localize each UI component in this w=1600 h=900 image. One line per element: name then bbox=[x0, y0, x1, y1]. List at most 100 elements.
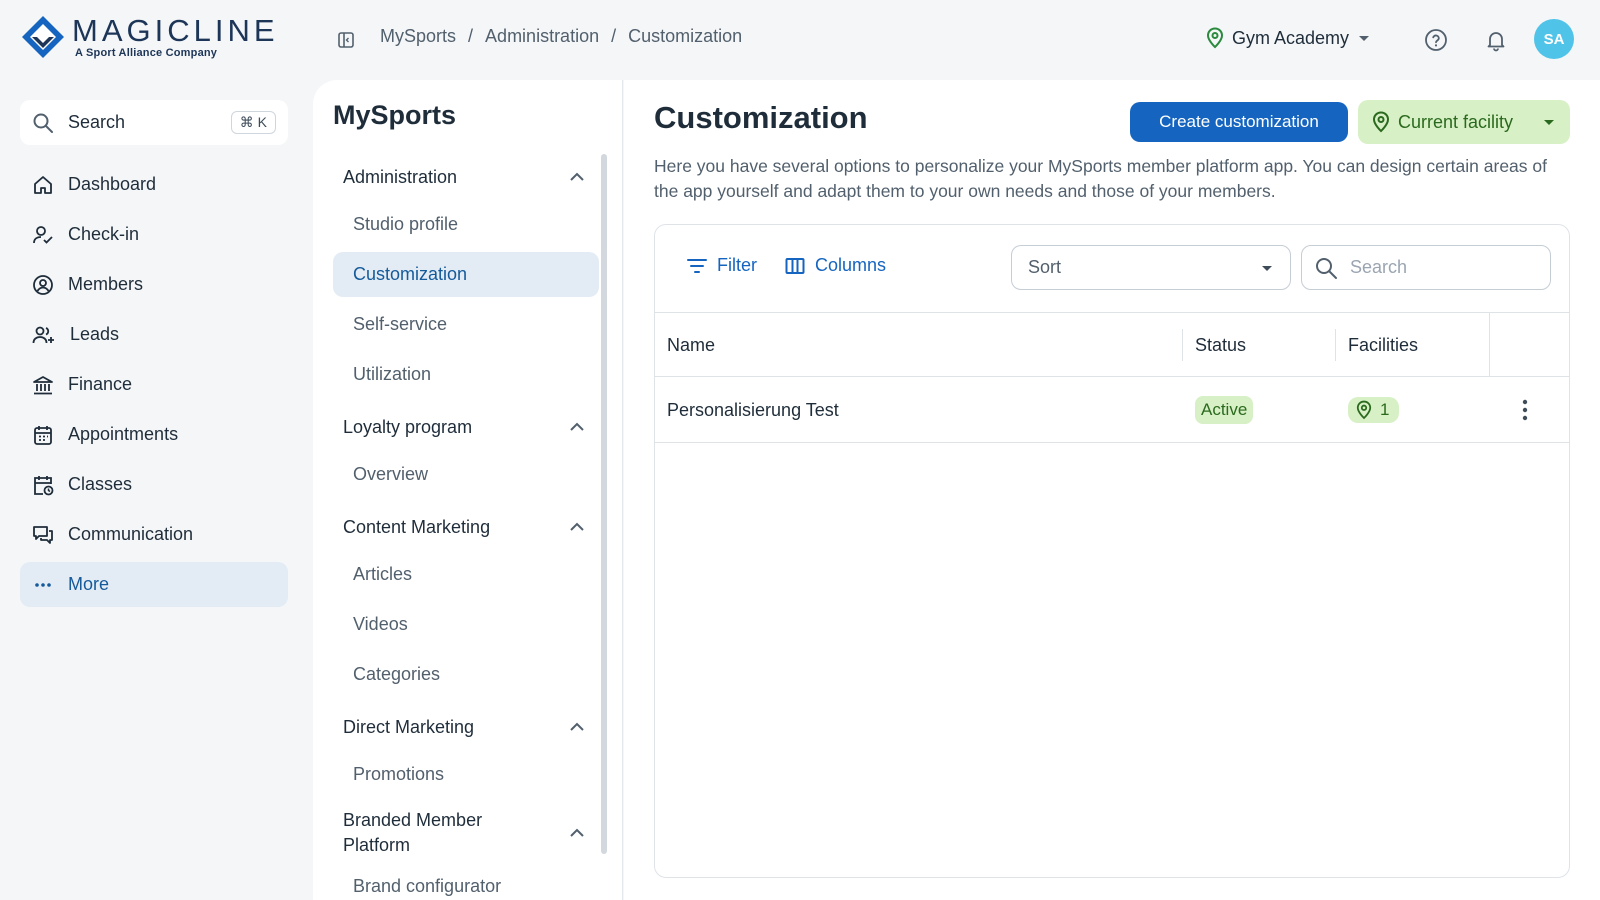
sort-select[interactable]: Sort bbox=[1011, 245, 1291, 290]
breadcrumb: MySports / Administration / Customizatio… bbox=[380, 26, 742, 47]
row-facilities: 1 bbox=[1348, 377, 1400, 443]
bank-icon bbox=[33, 375, 53, 394]
home-icon bbox=[34, 175, 52, 194]
column-header-status[interactable]: Status bbox=[1195, 313, 1246, 377]
subnav-item-customization[interactable]: Customization bbox=[333, 252, 599, 297]
column-divider[interactable] bbox=[1182, 329, 1183, 361]
create-customization-button[interactable]: Create customization bbox=[1130, 102, 1348, 142]
notifications-bell-icon[interactable] bbox=[1484, 28, 1508, 57]
main-navigation: Dashboard Check-in Members Leads Finance… bbox=[20, 162, 288, 612]
mysports-subnav-panel: MySports Administration Studio profile C… bbox=[313, 80, 623, 900]
subnav-item-promotions[interactable]: Promotions bbox=[333, 752, 599, 797]
column-header-name[interactable]: Name bbox=[667, 313, 715, 377]
nav-item-dashboard[interactable]: Dashboard bbox=[20, 162, 288, 207]
nav-item-label: Finance bbox=[68, 374, 133, 394]
chevron-up-icon bbox=[570, 422, 584, 431]
nav-item-label: Communication bbox=[68, 524, 194, 544]
nav-item-label: More bbox=[68, 574, 110, 594]
search-label: Search bbox=[68, 112, 126, 132]
chevron-up-icon bbox=[570, 828, 584, 837]
nav-item-classes[interactable]: Classes bbox=[20, 462, 288, 507]
subnav-item-self-service[interactable]: Self-service bbox=[333, 302, 599, 347]
table-search-input[interactable] bbox=[1350, 257, 1520, 278]
subnav-item-overview[interactable]: Overview bbox=[333, 452, 599, 497]
page-title: Customization bbox=[654, 100, 868, 135]
magicline-logo-icon bbox=[22, 16, 64, 58]
columns-label: Columns bbox=[815, 255, 887, 275]
subnav-group-label: Direct Marketing bbox=[343, 716, 475, 737]
location-pin-icon bbox=[1372, 111, 1390, 133]
subnav-group-content-marketing[interactable]: Content Marketing bbox=[333, 502, 599, 552]
filter-button[interactable]: Filter bbox=[687, 255, 757, 276]
logo-tagline: A Sport Alliance Company bbox=[75, 47, 218, 59]
column-header-facilities[interactable]: Facilities bbox=[1348, 313, 1418, 377]
chevron-up-icon bbox=[570, 722, 584, 731]
user-avatar[interactable]: SA bbox=[1534, 19, 1574, 59]
nav-item-label: Classes bbox=[68, 474, 133, 494]
column-divider[interactable] bbox=[1335, 329, 1336, 361]
nav-item-leads[interactable]: Leads bbox=[20, 312, 288, 357]
columns-button[interactable]: Columns bbox=[785, 255, 886, 276]
subnav-group-label: Administration bbox=[343, 166, 458, 187]
facility-switcher[interactable]: Gym Academy bbox=[1206, 27, 1371, 49]
subnav-group-label: Content Marketing bbox=[343, 516, 491, 537]
search-shortcut-hint: ⌘ K bbox=[230, 111, 276, 134]
row-actions-menu-icon[interactable] bbox=[1513, 398, 1537, 422]
subnav-group-loyalty-program[interactable]: Loyalty program bbox=[333, 402, 599, 452]
breadcrumb-separator: / bbox=[611, 26, 617, 46]
sidebar-toggle-icon[interactable] bbox=[336, 30, 356, 50]
subnav-scrollbar[interactable] bbox=[601, 154, 607, 854]
main-content: Customization Create customization Curre… bbox=[624, 80, 1600, 900]
status-badge: Active bbox=[1195, 396, 1254, 424]
location-pin-icon bbox=[1356, 400, 1372, 420]
caret-down-icon bbox=[1359, 36, 1370, 41]
subnav-group-label: Branded Member Platform bbox=[343, 810, 483, 855]
table-search-field[interactable] bbox=[1301, 245, 1551, 290]
row-name: Personalisierung Test bbox=[667, 399, 839, 420]
chevron-up-icon bbox=[570, 172, 584, 181]
subnav-item-studio-profile[interactable]: Studio profile bbox=[333, 202, 599, 247]
subnav-item-categories[interactable]: Categories bbox=[333, 652, 599, 697]
current-facility-button[interactable]: Current facility bbox=[1358, 100, 1570, 144]
nav-item-communication[interactable]: Communication bbox=[20, 512, 288, 557]
subnav-item-brand-configurator[interactable]: Brand configurator bbox=[333, 864, 599, 900]
caret-down-icon bbox=[1262, 265, 1272, 271]
subnav-group-label: Loyalty program bbox=[343, 416, 473, 437]
column-divider bbox=[1489, 313, 1490, 377]
chevron-up-icon bbox=[570, 522, 584, 531]
nav-item-more[interactable]: More bbox=[20, 562, 288, 607]
nav-item-check-in[interactable]: Check-in bbox=[20, 212, 288, 257]
search-icon bbox=[33, 113, 53, 133]
subnav-group-direct-marketing[interactable]: Direct Marketing bbox=[333, 702, 599, 752]
facilities-count-badge[interactable]: 1 bbox=[1348, 397, 1400, 423]
subnav-item-videos[interactable]: Videos bbox=[333, 602, 599, 647]
facilities-count: 1 bbox=[1380, 400, 1390, 419]
magicline-logo[interactable]: MAGICLINE A Sport Alliance Company bbox=[20, 14, 279, 60]
nav-item-finance[interactable]: Finance bbox=[20, 362, 288, 407]
breadcrumb-mysports[interactable]: MySports bbox=[380, 26, 456, 47]
calendar-icon bbox=[34, 425, 52, 445]
global-search-button[interactable]: Search ⌘ K bbox=[20, 100, 288, 145]
page-description: Here you have several options to persona… bbox=[654, 156, 1547, 201]
nav-item-label: Leads bbox=[70, 324, 120, 344]
help-icon[interactable] bbox=[1424, 28, 1448, 57]
leads-icon bbox=[32, 326, 54, 343]
current-facility-label: Current facility bbox=[1398, 111, 1514, 132]
customizations-table-card: Filter Columns Sort Name Status Faciliti… bbox=[654, 224, 1570, 878]
table-row[interactable]: Personalisierung Test Active 1 bbox=[655, 377, 1569, 443]
subnav-group-branded-member-platform[interactable]: Branded Member Platform bbox=[333, 802, 599, 864]
location-pin-icon bbox=[1206, 27, 1224, 49]
chat-icon bbox=[33, 525, 53, 544]
check-in-icon bbox=[33, 225, 53, 244]
nav-item-members[interactable]: Members bbox=[20, 262, 288, 307]
breadcrumb-administration[interactable]: Administration bbox=[485, 26, 599, 47]
subnav-item-utilization[interactable]: Utilization bbox=[333, 352, 599, 397]
members-icon bbox=[33, 274, 53, 295]
nav-item-appointments[interactable]: Appointments bbox=[20, 412, 288, 457]
subnav-group-administration[interactable]: Administration bbox=[333, 152, 599, 202]
nav-item-label: Members bbox=[68, 274, 144, 294]
nav-item-label: Dashboard bbox=[68, 174, 157, 194]
subnav-item-articles[interactable]: Articles bbox=[333, 552, 599, 597]
filter-icon bbox=[687, 258, 707, 273]
table-header: Name Status Facilities bbox=[655, 313, 1569, 377]
